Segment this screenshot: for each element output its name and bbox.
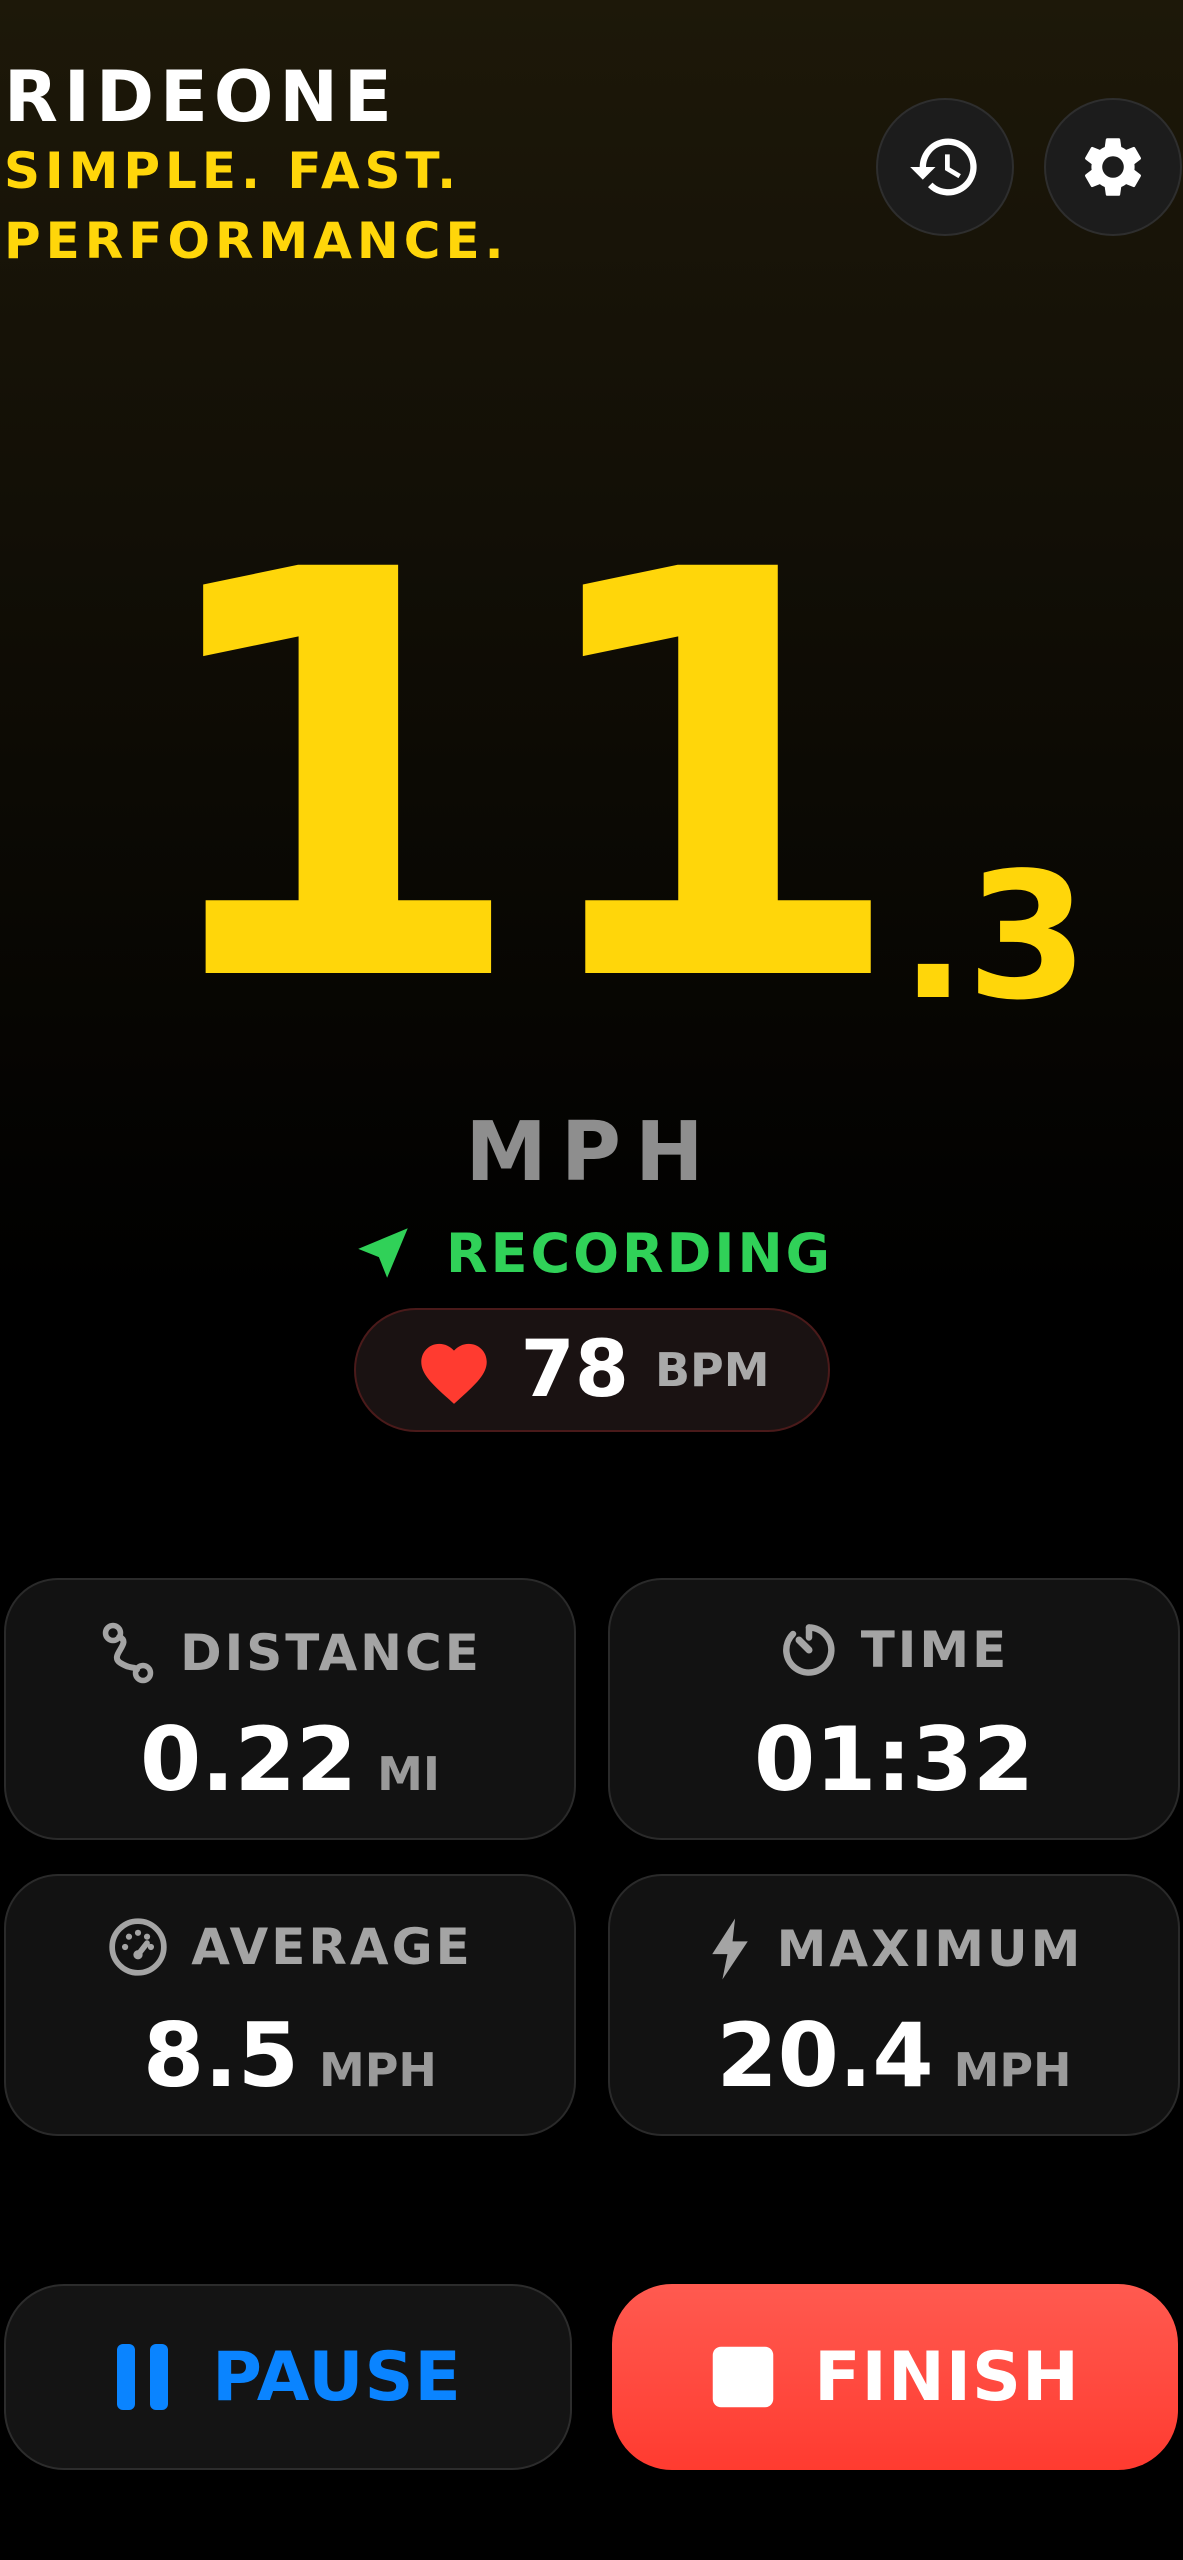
time-card-header: TIME [610, 1620, 1178, 1680]
pause-icon [117, 2344, 169, 2410]
average-card-header: AVERAGE [6, 1916, 574, 1978]
maximum-label: MAXIMUM [776, 1920, 1084, 1978]
timer-icon [782, 1624, 835, 1676]
app-title: RIDEONE [4, 56, 398, 138]
speedometer-icon [109, 1918, 167, 1976]
heart-rate-badge: 78 BPM [354, 1308, 830, 1432]
heart-rate-value: 78 [520, 1325, 629, 1415]
location-arrow-icon [358, 1228, 408, 1278]
maximum-card: MAXIMUM 20.4 MPH [608, 1874, 1180, 2136]
history-button[interactable] [876, 98, 1014, 236]
average-label: AVERAGE [191, 1918, 473, 1976]
bolt-icon [711, 1918, 748, 1980]
pause-button[interactable]: PAUSE [4, 2284, 572, 2470]
history-icon [910, 138, 977, 196]
average-card: AVERAGE 8.5 MPH [4, 1874, 576, 2136]
maximum-card-header: MAXIMUM [610, 1916, 1178, 1982]
pause-label: PAUSE [212, 2337, 462, 2417]
distance-value-row: 0.22 MI [6, 1708, 574, 1811]
time-label: TIME [860, 1621, 1010, 1679]
time-value-row: 01:32 [610, 1708, 1178, 1811]
speed-display: 11 .3 [0, 454, 1183, 1106]
speed-decimal: .3 [900, 836, 1089, 1039]
average-value: 8.5 [143, 2004, 299, 2107]
distance-card: DISTANCE 0.22 MI [4, 1578, 576, 1840]
settings-button[interactable] [1044, 98, 1182, 236]
distance-card-header: DISTANCE [6, 1620, 574, 1686]
route-icon [102, 1622, 154, 1684]
distance-label: DISTANCE [180, 1624, 482, 1682]
recording-label: RECORDING [445, 1221, 834, 1285]
speed-unit: MPH [465, 1105, 718, 1200]
maximum-unit: MPH [953, 2043, 1072, 2097]
heart-rate-unit: BPM [654, 1343, 770, 1397]
average-unit: MPH [318, 2043, 437, 2097]
gear-icon [1084, 138, 1142, 196]
app-header: RIDEONE SIMPLE. FAST. PERFORMANCE. [4, 58, 509, 276]
finish-label: FINISH [814, 2337, 1080, 2417]
stop-icon [712, 2346, 774, 2408]
time-card: TIME 01:32 [608, 1578, 1180, 1840]
distance-value: 0.22 [139, 1708, 358, 1811]
time-value: 01:32 [753, 1708, 1035, 1811]
distance-unit: MI [377, 1747, 440, 1801]
tagline-line-1: SIMPLE. FAST. [4, 142, 462, 200]
speed-integer: 11 [140, 454, 909, 1106]
tagline-line-2: PERFORMANCE. [4, 212, 509, 270]
heart-icon [421, 1343, 488, 1404]
maximum-value: 20.4 [716, 2004, 934, 2107]
average-value-row: 8.5 MPH [6, 2004, 574, 2107]
finish-button[interactable]: FINISH [612, 2284, 1178, 2470]
recording-status: RECORDING [0, 1220, 1183, 1286]
maximum-value-row: 20.4 MPH [610, 2004, 1178, 2107]
